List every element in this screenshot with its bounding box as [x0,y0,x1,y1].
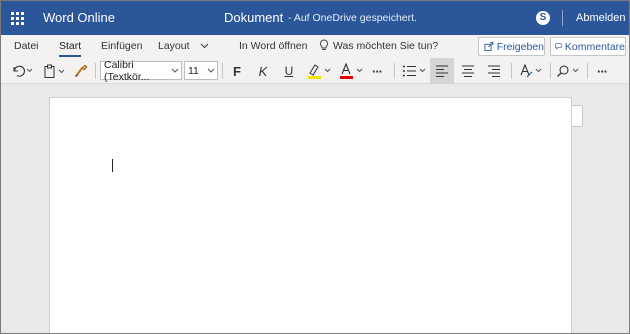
divider [511,63,512,79]
bullets-button[interactable] [400,58,428,84]
comments-label: Kommentare [564,40,625,53]
paintbrush-icon [74,64,88,78]
chevron-down-icon [200,43,209,49]
app-launcher-icon [10,11,24,25]
more-options-button[interactable]: ··· [592,58,612,84]
home-toolbar: Calibri (Textkör... 11 F K U ··· ··· [1,58,629,84]
align-right-icon [488,65,500,77]
sign-out-link[interactable]: Abmelden [576,12,626,24]
bullet-list-icon [403,65,426,77]
font-name-dropdown[interactable]: Calibri (Textkör... [100,58,182,83]
divider [550,63,551,79]
save-status: - Auf OneDrive gespeichert. [288,12,417,24]
format-painter-button[interactable] [71,58,91,84]
tab-insert[interactable]: Einfügen [101,40,142,52]
font-color-icon [340,62,363,79]
active-tab-indicator [59,55,81,57]
italic-button[interactable]: K [253,58,273,84]
open-in-word-button[interactable]: In Word öffnen [239,40,308,52]
comment-icon [555,43,562,50]
more-font-options-button[interactable]: ··· [367,58,387,84]
divider [562,10,563,26]
font-size-dropdown[interactable]: 11 [184,61,218,80]
app-name[interactable]: Word Online [43,10,115,25]
app-launcher-button[interactable] [1,1,33,35]
search-icon [557,65,579,77]
divider [222,63,223,79]
tab-file[interactable]: Datei [14,40,39,52]
tell-me-search[interactable]: Was möchten Sie tun? [333,40,438,52]
divider [95,63,96,79]
align-right-button[interactable] [482,58,506,84]
bold-button[interactable]: F [227,58,247,84]
highlight-button[interactable] [305,58,333,84]
skype-icon[interactable]: S [536,11,550,25]
chevron-down-icon [171,65,179,77]
styles-button[interactable] [517,58,545,84]
ribbon-overflow-button[interactable] [200,39,209,53]
tab-layout[interactable]: Layout [158,40,190,52]
tab-home[interactable]: Start [59,40,81,52]
paste-button[interactable] [41,58,69,84]
clipboard-icon [44,64,65,78]
ribbon-tabs: Datei Start Einfügen Layout In Word öffn… [1,35,629,58]
align-center-icon [462,65,474,77]
divider [394,63,395,79]
share-icon [484,42,494,51]
styles-icon [520,63,542,78]
share-label: Freigeben [496,40,544,53]
chevron-down-icon [207,65,215,77]
text-cursor [112,159,113,172]
undo-button[interactable] [8,58,36,84]
highlighter-icon [308,64,331,79]
word-online-window: Word Online Dokument - Auf OneDrive gesp… [0,0,630,334]
page-side-tab[interactable] [572,105,583,127]
document-page[interactable] [49,97,572,333]
underline-button[interactable]: U [279,58,299,84]
font-name-value: Calibri (Textkör... [104,58,150,83]
font-size-value: 11 [188,64,199,77]
align-left-icon [436,65,448,77]
align-center-button[interactable] [456,58,480,84]
align-left-button[interactable] [430,58,454,84]
title-bar: Word Online Dokument - Auf OneDrive gesp… [1,1,629,35]
font-color-button[interactable] [337,58,365,84]
lightbulb-icon [319,39,329,52]
divider [587,63,588,79]
find-button[interactable] [555,58,583,84]
document-title[interactable]: Dokument [224,10,283,25]
comments-button[interactable]: Kommentare [550,37,626,56]
undo-icon [13,65,33,77]
share-button[interactable]: Freigeben [478,37,545,56]
